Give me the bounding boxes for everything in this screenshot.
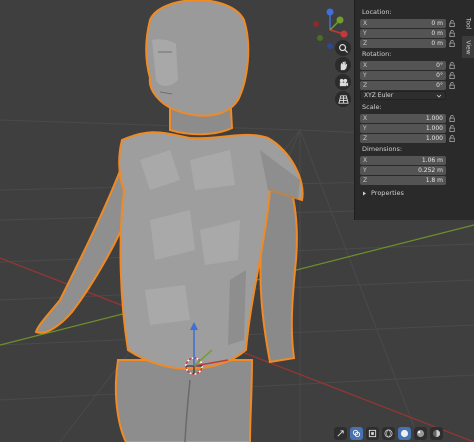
- axis-label: X: [363, 20, 368, 27]
- sidebar-tabs: Tool View: [462, 0, 474, 220]
- lock-icon[interactable]: [449, 40, 456, 47]
- lock-icon[interactable]: [449, 62, 456, 69]
- rotation-x-field[interactable]: X 0°: [360, 61, 455, 70]
- lock-icon[interactable]: [449, 82, 456, 89]
- shading-solid-button[interactable]: [398, 427, 411, 440]
- axis-label: X: [363, 115, 368, 122]
- field-value: 0 m: [431, 30, 443, 37]
- lock-icon[interactable]: [449, 30, 456, 37]
- location-x-field[interactable]: X 0 m: [360, 19, 455, 28]
- lock-icon[interactable]: [449, 125, 456, 132]
- field-value: 0°: [436, 82, 443, 89]
- axis-label: Z: [363, 135, 368, 142]
- rotation-label: Rotation:: [362, 50, 392, 58]
- tab-tool-label: Tool: [464, 17, 472, 29]
- dimensions-z-field[interactable]: Z 1.8 m: [360, 176, 446, 185]
- rotation-z-field[interactable]: Z 0°: [360, 81, 455, 90]
- pan-button[interactable]: [335, 57, 351, 73]
- character-mesh: [34, 0, 304, 442]
- location-y-field[interactable]: Y 0 m: [360, 29, 455, 38]
- properties-label: Properties: [371, 189, 404, 197]
- rotation-mode-value: XYZ Euler: [364, 92, 394, 99]
- arrows-icon: [337, 430, 344, 437]
- field-value: 1.000: [425, 115, 443, 122]
- axis-label: Z: [363, 82, 368, 89]
- zoom-icon: [338, 43, 348, 53]
- rotation-mode-dropdown[interactable]: XYZ Euler: [360, 91, 446, 100]
- rendered-sphere-icon: [432, 429, 441, 438]
- dimensions-y-field[interactable]: Y 0.252 m: [360, 166, 446, 175]
- field-value: 0°: [436, 62, 443, 69]
- lock-icon[interactable]: [449, 72, 456, 79]
- zoom-button[interactable]: [335, 40, 351, 56]
- axis-label: Y: [363, 167, 367, 174]
- rotation-y-field[interactable]: Y 0°: [360, 71, 455, 80]
- scale-x-field[interactable]: X 1.000: [360, 114, 455, 123]
- shading-wireframe-button[interactable]: [382, 427, 395, 440]
- axis-label: Y: [363, 30, 367, 37]
- field-value: 1.000: [425, 135, 443, 142]
- dimensions-label: Dimensions:: [362, 145, 403, 153]
- xray-toggle-button[interactable]: [366, 427, 379, 440]
- axis-label: X: [363, 62, 368, 69]
- field-value: 1.8 m: [425, 177, 443, 184]
- field-value: 1.06 m: [421, 157, 443, 164]
- axis-label: Z: [363, 177, 368, 184]
- axis-label: Y: [363, 72, 367, 79]
- location-z-field[interactable]: Z 0 m: [360, 39, 455, 48]
- shading-rendered-button[interactable]: [430, 427, 443, 440]
- shading-material-button[interactable]: [414, 427, 427, 440]
- properties-subpanel-header[interactable]: Properties: [360, 189, 458, 197]
- lock-icon[interactable]: [449, 115, 456, 122]
- gizmo-toggle-button[interactable]: [334, 427, 347, 440]
- tab-item-top[interactable]: [462, 0, 474, 10]
- perspective-toggle-button[interactable]: [335, 91, 351, 107]
- solid-sphere-icon: [400, 429, 409, 438]
- axis-label: Y: [363, 125, 367, 132]
- scale-label: Scale:: [362, 103, 382, 111]
- field-value: 1.000: [425, 125, 443, 132]
- tab-tool[interactable]: Tool: [462, 12, 474, 34]
- field-value: 0°: [436, 72, 443, 79]
- overlay-icon: [352, 429, 361, 438]
- tab-view[interactable]: View: [462, 36, 474, 58]
- viewport-header-bottom: [330, 425, 474, 442]
- disclosure-triangle-icon: [363, 191, 366, 195]
- overlay-toggle-button[interactable]: [350, 427, 363, 440]
- location-label: Location:: [362, 8, 392, 16]
- material-sphere-icon: [416, 429, 425, 438]
- axis-label: X: [363, 157, 368, 164]
- field-value: 0.252 m: [418, 167, 443, 174]
- chevron-down-icon: [436, 94, 442, 98]
- tab-view-label: View: [464, 39, 472, 55]
- scale-z-field[interactable]: Z 1.000: [360, 134, 455, 143]
- lock-icon[interactable]: [449, 20, 456, 27]
- camera-icon: [339, 78, 348, 86]
- grid-perspective-icon: [337, 94, 349, 104]
- lock-icon[interactable]: [449, 135, 456, 142]
- xray-icon: [368, 429, 377, 438]
- field-value: 0 m: [431, 20, 443, 27]
- scale-y-field[interactable]: Y 1.000: [360, 124, 455, 133]
- transform-panel: Location: X 0 m Y 0 m Z 0 m Rotation: X 0° Y…: [354, 0, 462, 220]
- axis-label: Z: [363, 40, 368, 47]
- dimensions-x-field[interactable]: X 1.06 m: [360, 156, 446, 165]
- camera-view-button[interactable]: [335, 74, 351, 90]
- hand-pan-icon: [340, 60, 347, 70]
- wireframe-sphere-icon: [384, 429, 393, 438]
- field-value: 0 m: [431, 40, 443, 47]
